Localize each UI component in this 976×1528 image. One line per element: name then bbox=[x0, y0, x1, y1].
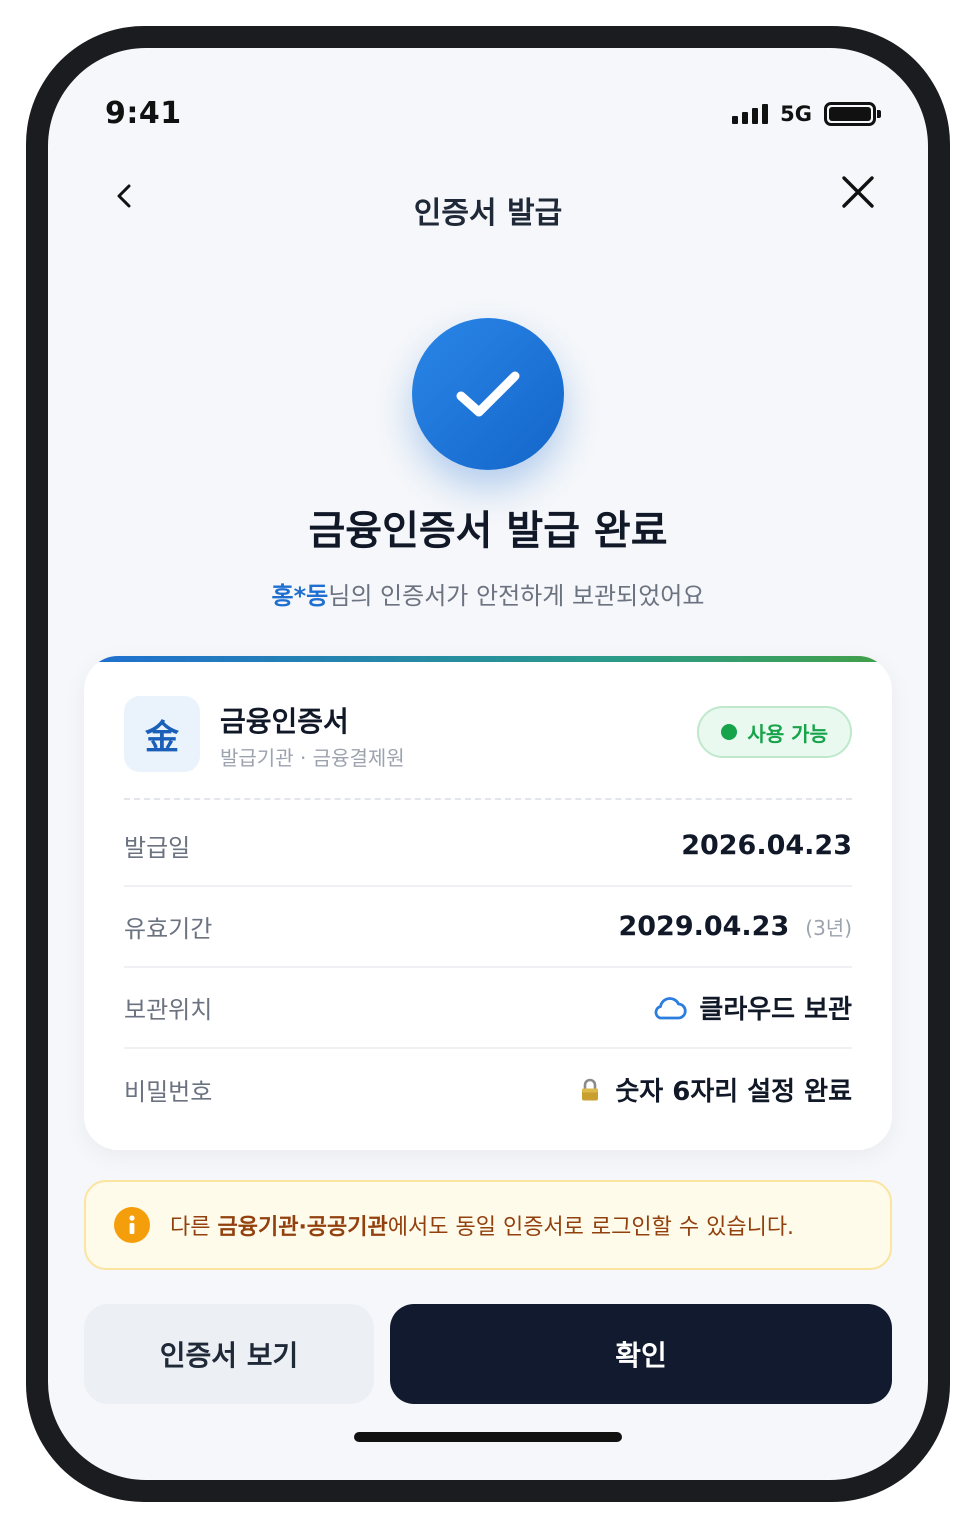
status-badge: 사용 가능 bbox=[697, 706, 852, 758]
network-type: 5G bbox=[780, 102, 812, 126]
detail-value-group: 클라우드 보관 bbox=[651, 989, 852, 1026]
card-divider bbox=[124, 798, 852, 800]
detail-value-group: 2029.04.23 (3년) bbox=[618, 911, 852, 942]
check-icon bbox=[456, 371, 520, 417]
info-text: 다른 금융기관·공공기관에서도 동일 인증서로 로그인할 수 있습니다. bbox=[170, 1209, 794, 1241]
close-button[interactable] bbox=[834, 168, 882, 216]
detail-value: 숫자 6자리 설정 완료 bbox=[615, 1077, 852, 1107]
success-message: 홍*동님의 인증서가 안전하게 보관되었어요 bbox=[48, 576, 928, 611]
detail-label: 유효기간 bbox=[124, 915, 213, 943]
validity-duration: (3년) bbox=[805, 916, 852, 940]
detail-row-storage: 보관위치 클라우드 보관 bbox=[124, 968, 852, 1049]
view-certificate-button[interactable]: 인증서 보기 bbox=[84, 1304, 374, 1404]
detail-value: 클라우드 보관 bbox=[699, 995, 852, 1025]
detail-value: 2029.04.23 bbox=[618, 911, 790, 942]
success-title: 금융인증서 발급 완료 bbox=[308, 508, 668, 554]
screen: 9:41 5G 인증서 발급 금융인증서 발급 완료 홍*동님의 인증서가 안전… bbox=[48, 48, 928, 1480]
signal-icon bbox=[732, 104, 769, 124]
certificate-details: 발급일 2026.04.23 유효기간 2029.04.23 (3년) 보관위치 bbox=[124, 806, 852, 1130]
close-icon bbox=[842, 176, 874, 208]
phone-frame: 9:41 5G 인증서 발급 금융인증서 발급 완료 홍*동님의 인증서가 안전… bbox=[26, 26, 950, 1502]
detail-value: 2026.04.23 bbox=[681, 830, 852, 861]
success-message-text: 님의 인증서가 안전하게 보관되었어요 bbox=[328, 582, 705, 610]
certificate-logo: 金 bbox=[124, 696, 200, 772]
cloud-icon bbox=[654, 996, 688, 1019]
info-text-suffix: 에서도 동일 인증서로 로그인할 수 있습니다. bbox=[387, 1215, 795, 1240]
lock-icon bbox=[582, 1078, 599, 1100]
confirm-button[interactable]: 확인 bbox=[390, 1304, 892, 1404]
info-glyph bbox=[129, 1215, 135, 1234]
success-badge bbox=[412, 318, 564, 470]
detail-label: 보관위치 bbox=[124, 996, 213, 1024]
card-accent-bar bbox=[84, 656, 892, 662]
home-indicator[interactable] bbox=[354, 1432, 622, 1442]
info-icon bbox=[114, 1207, 150, 1243]
certificate-name: 금융인증서 bbox=[220, 705, 349, 738]
status-indicators: 5G bbox=[732, 102, 881, 126]
status-dot-icon bbox=[721, 724, 738, 740]
detail-row-validity: 유효기간 2029.04.23 (3년) bbox=[124, 887, 852, 968]
detail-row-issue-date: 발급일 2026.04.23 bbox=[124, 806, 852, 887]
battery-icon bbox=[824, 102, 881, 126]
info-text-highlight: 금융기관·공공기관 bbox=[217, 1215, 388, 1240]
info-banner: 다른 금융기관·공공기관에서도 동일 인증서로 로그인할 수 있습니다. bbox=[84, 1180, 892, 1270]
detail-value-group: 숫자 6자리 설정 완료 bbox=[577, 1071, 852, 1108]
certificate-card: 金 금융인증서 발급기관 · 금융결제원 사용 가능 발급일 2026.04.2… bbox=[84, 656, 892, 1150]
user-name: 홍*동 bbox=[271, 582, 329, 610]
detail-row-password: 비밀번호 숫자 6자리 설정 완료 bbox=[124, 1049, 852, 1130]
page-title: 인증서 발급 bbox=[413, 196, 563, 231]
status-time: 9:41 bbox=[105, 96, 182, 131]
info-text-prefix: 다른 bbox=[170, 1215, 218, 1240]
detail-label: 발급일 bbox=[124, 834, 191, 862]
certificate-issuer: 발급기관 · 금융결제원 bbox=[220, 746, 405, 770]
detail-label: 비밀번호 bbox=[124, 1078, 213, 1106]
status-badge-label: 사용 가능 bbox=[747, 721, 828, 746]
